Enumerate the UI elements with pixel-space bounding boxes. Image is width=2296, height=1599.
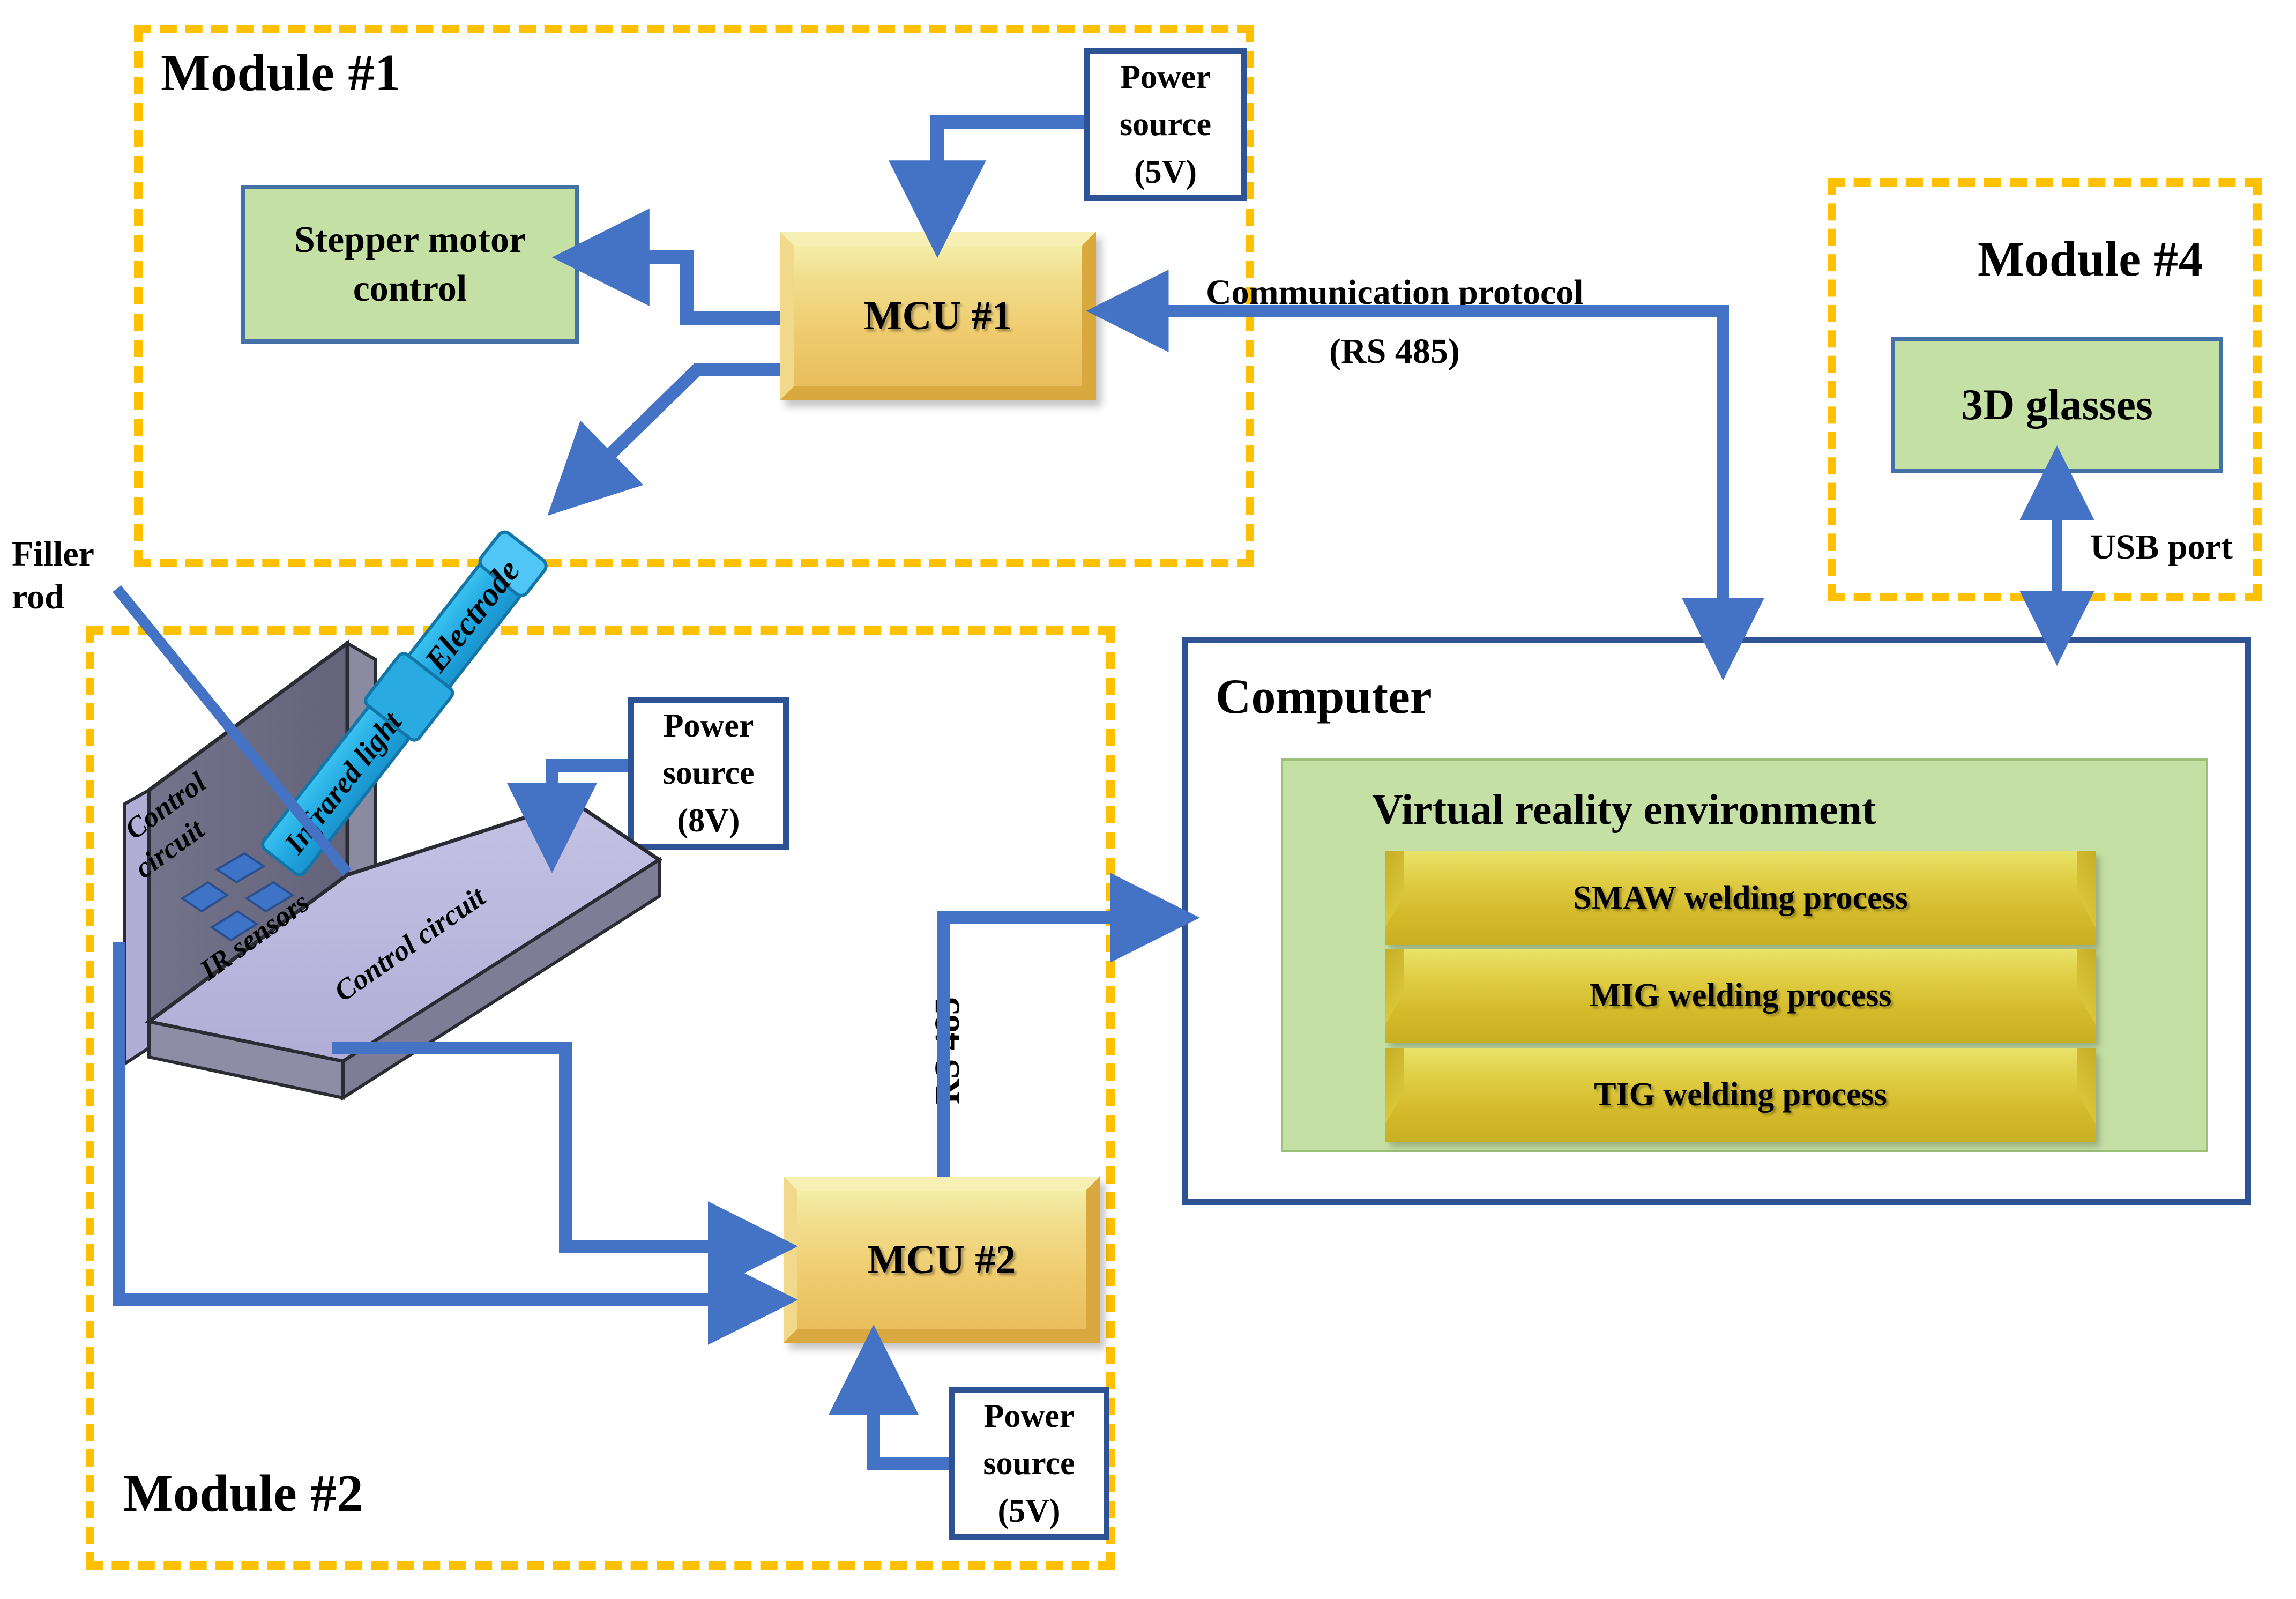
filler-rod-label-line1: Filler bbox=[12, 534, 94, 574]
power-source-5v-bottom-box: Power source (5V) bbox=[949, 1387, 1109, 1540]
communication-protocol-label-line2: (RS 485) bbox=[1329, 332, 1460, 371]
stepper-motor-control-label: Stepper motor control bbox=[294, 219, 526, 309]
source-label: source bbox=[983, 1445, 1075, 1482]
diagram-canvas: Module #1 Module #2 Module #3 Module #4 … bbox=[0, 0, 2296, 1599]
module-4-title: Module #4 bbox=[1978, 232, 2204, 286]
mcu-2-label: MCU #2 bbox=[867, 1237, 1016, 1282]
voltage-label: (5V) bbox=[1134, 153, 1197, 190]
communication-protocol-label-line1: Communication protocol bbox=[1206, 273, 1584, 312]
smaw-welding-process-bar: SMAW welding process bbox=[1385, 851, 2096, 945]
power-label: Power bbox=[983, 1398, 1075, 1435]
mcu-1-box: MCU #1 bbox=[780, 232, 1096, 400]
usb-port-label: USB port bbox=[2090, 527, 2233, 567]
mig-welding-process-bar: MIG welding process bbox=[1385, 949, 2096, 1043]
power-source-5v-top-box: Power source (5V) bbox=[1084, 48, 1247, 201]
source-label: source bbox=[1119, 106, 1212, 143]
filler-rod-label-line2: rod bbox=[12, 577, 64, 616]
3d-glasses-label: 3D glasses bbox=[1961, 380, 2153, 429]
virtual-reality-environment-title: Virtual reality environment bbox=[1372, 786, 1876, 834]
mig-welding-process-label: MIG welding process bbox=[1589, 977, 1892, 1014]
3d-glasses-box: 3D glasses bbox=[1891, 337, 2223, 473]
tig-welding-process-bar: TIG welding process bbox=[1385, 1048, 2096, 1142]
mcu-2-box: MCU #2 bbox=[784, 1177, 1100, 1343]
voltage-label: (5V) bbox=[997, 1492, 1061, 1529]
tig-welding-process-label: TIG welding process bbox=[1594, 1076, 1887, 1113]
source-label: source bbox=[662, 755, 755, 792]
mcu-1-label: MCU #1 bbox=[863, 293, 1012, 338]
power-source-8v-box: Power source (8V) bbox=[628, 697, 789, 850]
power-label: Power bbox=[1120, 59, 1211, 96]
voltage-label: (8V) bbox=[677, 802, 740, 839]
stepper-motor-control-box: Stepper motor control bbox=[241, 185, 579, 344]
power-label: Power bbox=[663, 708, 754, 745]
rs485-label: RS 485 bbox=[928, 997, 967, 1104]
module-2-title: Module #2 bbox=[123, 1464, 364, 1522]
computer-title: Computer bbox=[1216, 669, 1432, 724]
module-1-title: Module #1 bbox=[161, 44, 401, 102]
smaw-welding-process-label: SMAW welding process bbox=[1573, 880, 1908, 916]
